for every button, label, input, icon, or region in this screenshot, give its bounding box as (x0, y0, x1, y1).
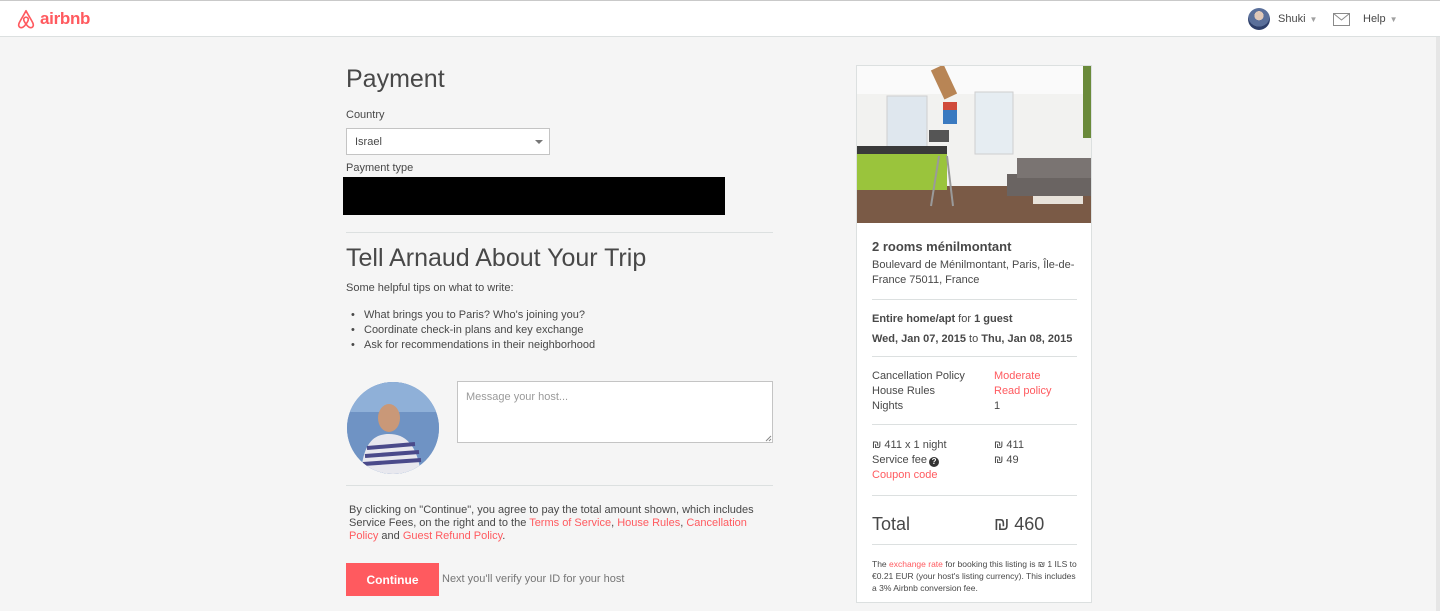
user-menu[interactable]: Shuki ▼ (1248, 8, 1317, 30)
divider (872, 544, 1077, 545)
caret-down-icon: ▼ (1309, 14, 1318, 24)
read-policy-link[interactable]: Read policy (994, 384, 1051, 399)
help-menu[interactable]: Help ▼ (1363, 13, 1398, 25)
tips-list: What brings you to Paris? Who's joining … (346, 308, 595, 353)
terms-text: By clicking on "Continue", you agree to … (349, 504, 754, 542)
exchange-rate-link[interactable]: exchange rate (889, 559, 943, 569)
airbnb-logo[interactable]: airbnb (15, 8, 90, 30)
total-label: Total (872, 514, 911, 534)
cancellation-policy-link[interactable]: Moderate (994, 369, 1040, 384)
top-nav: airbnb Shuki ▼ Help ▼ (0, 0, 1440, 37)
exchange-rate-note: The exchange rate for booking this listi… (872, 559, 1077, 593)
room-guest-line: Entire home/apt for 1 guest (872, 313, 1013, 325)
divider (872, 356, 1077, 357)
house-rules-label: House Rules (872, 385, 935, 397)
rate-label: ₪ 411 x 1 night (872, 439, 947, 451)
service-fee-row: Service fee? ₪ 49 (872, 453, 1077, 468)
rate-value: ₪ 411 (994, 439, 1024, 451)
trip-heading: Tell Arnaud About Your Trip (346, 244, 647, 272)
divider (872, 495, 1077, 496)
divider (872, 299, 1077, 300)
continue-button[interactable]: Continue (346, 563, 439, 596)
help-label: Help (1363, 13, 1386, 25)
dates-line: Wed, Jan 07, 2015 to Thu, Jan 08, 2015 (872, 333, 1073, 345)
rate-row: ₪ 411 x 1 night ₪ 411 (872, 438, 1077, 453)
caret-down-icon: ▼ (1389, 14, 1398, 24)
user-name: Shuki (1278, 13, 1306, 25)
redacted-payment-type (343, 177, 725, 215)
divider (346, 485, 773, 486)
payment-type-label: Payment type (346, 162, 414, 174)
help-question-icon[interactable]: ? (929, 457, 940, 467)
list-item: Ask for recommendations in their neighbo… (346, 338, 595, 353)
divider (346, 232, 773, 233)
divider (872, 424, 1077, 425)
cancellation-row: Cancellation Policy Moderate (872, 369, 1077, 384)
service-fee-value: ₪ 49 (994, 454, 1019, 466)
airbnb-logo-icon (17, 9, 35, 29)
page-title: Payment (346, 65, 445, 93)
logo-text: airbnb (40, 9, 91, 28)
booking-summary-card: 2 rooms ménilmontant Boulevard de Ménilm… (856, 65, 1092, 603)
house-rules-link[interactable]: House Rules (617, 517, 680, 529)
list-item: Coordinate check-in plans and key exchan… (346, 323, 595, 338)
country-value: Israel (355, 136, 382, 148)
list-item: What brings you to Paris? Who's joining … (346, 308, 595, 323)
host-avatar (347, 382, 439, 474)
coupon-code-link[interactable]: Coupon code (872, 468, 937, 483)
nights-label: Nights (872, 400, 904, 412)
cancellation-label: Cancellation Policy (872, 370, 965, 382)
listing-name: 2 rooms ménilmontant (872, 239, 1012, 254)
coupon-row: Coupon code (872, 468, 1077, 483)
scrollbar-track[interactable] (1436, 37, 1440, 611)
guest-refund-policy-link[interactable]: Guest Refund Policy (403, 530, 502, 542)
next-step-note: Next you'll verify your ID for your host (442, 573, 625, 585)
resize-grip-icon[interactable] (765, 435, 772, 442)
listing-address: Boulevard de Ménilmontant, Paris, Île-de… (872, 259, 1075, 286)
message-host-input[interactable] (457, 381, 773, 443)
nights-row: Nights 1 (872, 399, 1077, 414)
tips-intro: Some helpful tips on what to write: (346, 282, 514, 294)
country-select[interactable]: Israel (346, 128, 550, 155)
mail-icon[interactable] (1333, 13, 1350, 26)
nights-value: 1 (994, 400, 1001, 412)
terms-of-service-link[interactable]: Terms of Service (529, 517, 611, 529)
house-rules-row: House Rules Read policy (872, 384, 1077, 399)
listing-photo[interactable] (857, 66, 1091, 223)
total-value: ₪ 460 (994, 514, 1045, 534)
avatar (1248, 8, 1270, 30)
service-fee-label: Service fee (872, 454, 928, 466)
chevron-down-icon (535, 140, 543, 144)
country-label: Country (346, 109, 385, 121)
